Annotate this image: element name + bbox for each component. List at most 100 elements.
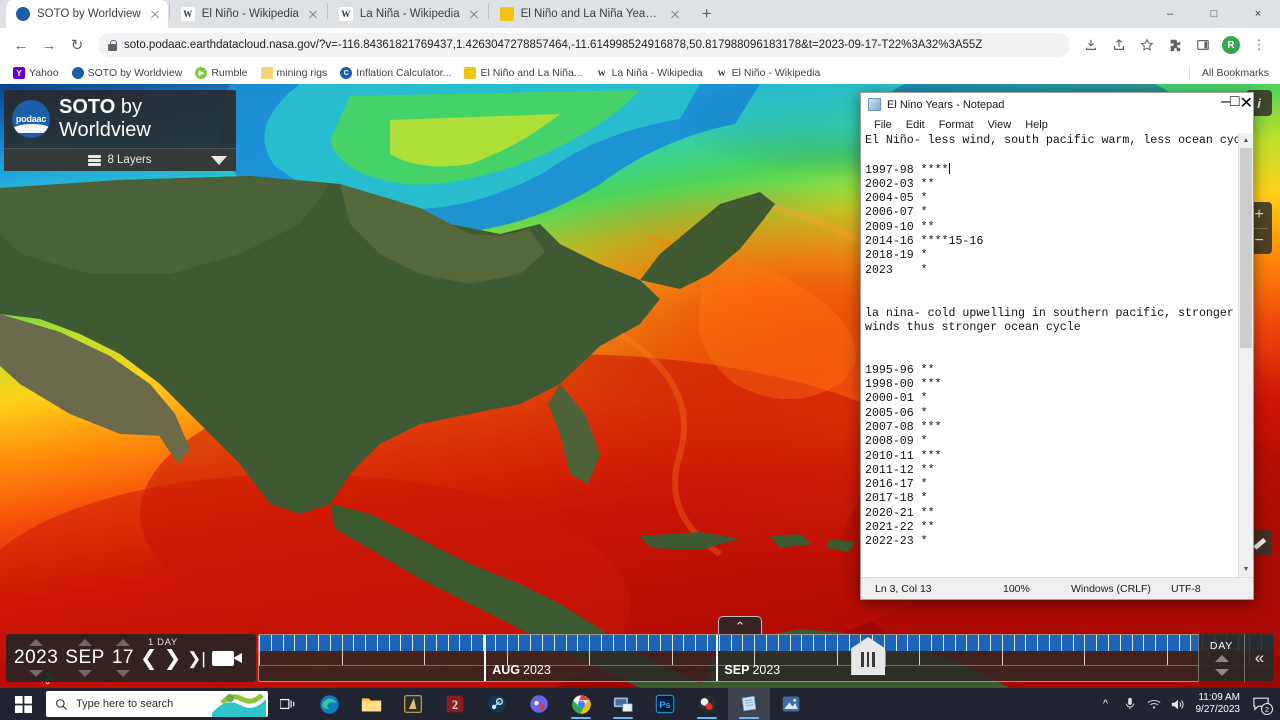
timeline-tick [683, 635, 685, 651]
bookmark-inflation-calculator[interactable]: C Inflation Calculator... [335, 65, 456, 81]
taskbar-app-autodesk[interactable] [392, 688, 434, 720]
tab-title: La Niña - Wikipedia [359, 8, 460, 20]
day-down-icon[interactable] [115, 670, 130, 677]
forward-icon[interactable]: → [36, 32, 62, 58]
timeline-track[interactable]: AUG 2023 SEP 2023 [258, 634, 1274, 682]
scrollbar-thumb[interactable] [1240, 148, 1252, 348]
notepad-text-area[interactable]: El Niño- less wind, south pacific warm, … [861, 133, 1253, 577]
timeline-drag-handle[interactable] [851, 637, 886, 675]
notepad-scrollbar[interactable]: ▲ ▼ [1238, 133, 1253, 577]
back-icon[interactable]: ← [8, 32, 34, 58]
taskbar-app-remote-desktop[interactable] [602, 688, 644, 720]
menu-item-view[interactable]: View [981, 119, 1019, 131]
taskbar-clock[interactable]: 11:09 AM 9/27/2023 [1190, 692, 1247, 716]
taskbar-app-google-chrome[interactable] [560, 688, 602, 720]
jump-to-end-button[interactable]: ❯| [187, 650, 206, 667]
taskbar-app-steam[interactable] [476, 688, 518, 720]
date-month-stepper[interactable]: SEP [65, 639, 105, 677]
side-panel-icon[interactable] [1190, 32, 1216, 58]
menu-item-format[interactable]: Format [932, 119, 981, 131]
month-down-icon[interactable] [78, 670, 93, 677]
bookmark-elnino-wikipedia[interactable]: W El Niño - Wikipedia [711, 65, 826, 81]
notepad-close-button[interactable]: ✕ [1240, 93, 1253, 116]
previous-day-button[interactable]: ❮ [140, 648, 158, 669]
menu-item-edit[interactable]: Edit [899, 119, 932, 131]
bookmark-elnino-lanina[interactable]: El Niño and La Niña... [459, 65, 587, 81]
tab-close-icon[interactable] [467, 7, 481, 21]
year-down-icon[interactable] [29, 670, 44, 677]
notepad-title-bar[interactable]: El Nino Years - Notepad – □ ✕ [861, 93, 1253, 116]
timeline-zoom-unit[interactable]: DAY [1198, 634, 1244, 682]
timeline-major-tick [1166, 651, 1168, 665]
taskbar-app-file-explorer[interactable] [350, 688, 392, 720]
avatar[interactable]: R [1218, 32, 1244, 58]
browser-tab-1[interactable]: W El Niño - Wikipedia [171, 0, 326, 28]
bookmark-yahoo[interactable]: Y Yahoo [8, 65, 64, 81]
month-boundary-line [484, 635, 487, 681]
tab-close-icon[interactable] [148, 7, 162, 21]
tab-close-icon[interactable] [668, 7, 682, 21]
menu-item-file[interactable]: File [867, 119, 899, 131]
address-bar[interactable]: soto.podaac.earthdatacloud.nasa.gov/?v=-… [98, 33, 1070, 57]
date-selector[interactable]: 2023 SEP 17 [6, 639, 134, 677]
month-up-icon[interactable] [78, 639, 93, 646]
timeline-tick [624, 635, 626, 651]
timeline-expand-button[interactable]: ⌃ [718, 616, 762, 636]
notepad-minimize-button[interactable]: – [1221, 93, 1230, 116]
browser-tab-0[interactable]: SOTO by Worldview [6, 0, 168, 28]
maximize-button[interactable]: □ [1192, 0, 1236, 28]
install-icon[interactable] [1078, 32, 1104, 58]
taskbar-app-photos[interactable] [770, 688, 812, 720]
date-year-stepper[interactable]: 2023 [14, 639, 58, 677]
layers-button[interactable]: 8 Layers [4, 148, 236, 171]
bookmark-soto[interactable]: SOTO by Worldview [67, 65, 188, 81]
day-up-icon[interactable] [115, 639, 130, 646]
speaker-icon[interactable] [1166, 688, 1190, 720]
reload-icon[interactable]: ↻ [64, 32, 90, 58]
next-day-button[interactable]: ❯ [164, 648, 182, 669]
year-up-icon[interactable] [29, 639, 44, 646]
share-icon[interactable] [1106, 32, 1132, 58]
scroll-up-icon[interactable]: ▲ [1239, 133, 1253, 148]
taskbar-app-game-2[interactable]: 2 [434, 688, 476, 720]
video-camera-icon[interactable] [211, 650, 242, 666]
month-label-text: AUG [492, 663, 520, 677]
menu-item-help[interactable]: Help [1018, 119, 1055, 131]
taskbar-app-microsoft-edge[interactable] [308, 688, 350, 720]
microphone-icon[interactable] [1118, 688, 1142, 720]
bookmark-star-icon[interactable] [1134, 32, 1160, 58]
minimize-button[interactable]: – [1148, 0, 1192, 28]
zoom-unit-up-icon[interactable] [1214, 655, 1229, 662]
date-day-stepper[interactable]: 17 [112, 639, 134, 677]
wifi-icon[interactable] [1142, 688, 1166, 720]
start-button[interactable] [0, 688, 46, 720]
close-button[interactable]: × [1236, 0, 1280, 28]
bookmark-lanina-wikipedia[interactable]: W La Niña - Wikipedia [591, 65, 708, 81]
notepad-maximize-button[interactable]: □ [1230, 93, 1240, 116]
extensions-puzzle-icon[interactable] [1162, 32, 1188, 58]
all-bookmarks-button[interactable]: All Bookmarks [1184, 64, 1274, 82]
three-dot-menu-icon[interactable]: ⋮ [1246, 32, 1272, 58]
browser-tab-3[interactable]: El Niño and La Niña Years and In [490, 0, 688, 28]
taskbar-app-discord[interactable] [518, 688, 560, 720]
bookmark-mining-rigs[interactable]: mining rigs [256, 65, 333, 81]
zoom-unit-down-icon[interactable] [1214, 669, 1229, 676]
timeline-bar: ⌃ 1 DAY 2023 SEP 17 ❮ ❯ ❯| AUG 2023 SEP … [0, 616, 1280, 688]
bookmark-rumble[interactable]: ▶ Rumble [190, 65, 252, 81]
search-input[interactable]: Type here to search [46, 691, 268, 717]
new-tab-button[interactable]: + [694, 1, 720, 27]
task-view-button[interactable] [268, 688, 308, 720]
notepad-window[interactable]: El Nino Years - Notepad – □ ✕ File Edit … [860, 92, 1254, 600]
taskbar-app-obs-studio[interactable] [686, 688, 728, 720]
timeline-collapse-button[interactable]: « [1244, 634, 1274, 682]
taskbar-app-notepad[interactable] [728, 688, 770, 720]
chevron-up-icon[interactable]: ^ [1094, 688, 1118, 720]
tab-close-icon[interactable] [306, 7, 320, 21]
layers-stack-icon [88, 154, 102, 166]
taskbar-app-photoshop[interactable]: Ps [644, 688, 686, 720]
browser-tab-2[interactable]: W La Niña - Wikipedia [329, 0, 487, 28]
action-center-button[interactable]: 2 [1246, 688, 1276, 720]
scroll-down-icon[interactable]: ▼ [1239, 562, 1253, 577]
chevron-down-icon[interactable] [211, 155, 227, 165]
app-title-bold: SOTO [59, 96, 116, 118]
